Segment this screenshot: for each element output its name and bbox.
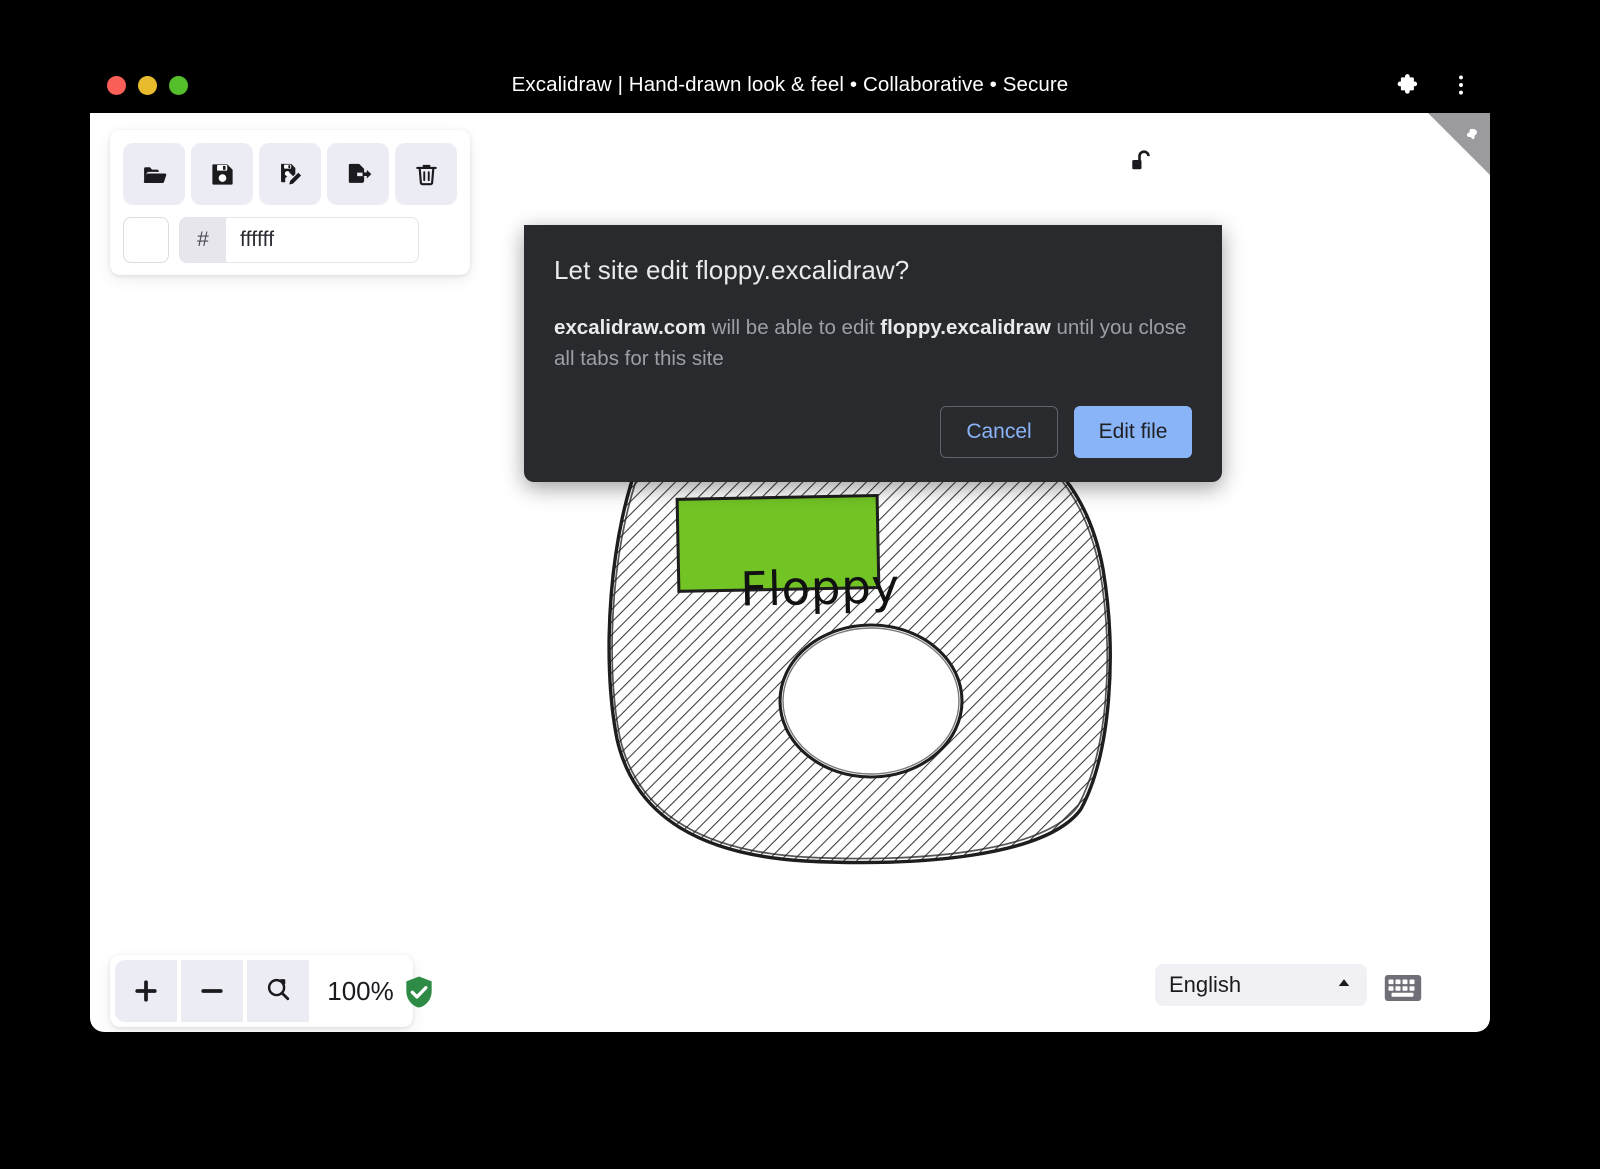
dialog-actions: Cancel Edit file bbox=[554, 406, 1192, 458]
dialog-filename: floppy.excalidraw bbox=[880, 316, 1051, 339]
unlock-icon bbox=[1129, 147, 1159, 182]
browser-titlebar: Excalidraw | Hand-drawn look & feel • Co… bbox=[90, 57, 1490, 113]
cancel-button[interactable]: Cancel bbox=[940, 406, 1058, 458]
dialog-body: excalidraw.com will be able to edit flop… bbox=[554, 312, 1192, 374]
trash-icon bbox=[413, 161, 440, 188]
file-tools-island: # ffffff bbox=[110, 130, 470, 275]
reset-canvas-button[interactable] bbox=[395, 143, 457, 205]
keyboard-icon bbox=[1384, 990, 1422, 1007]
folder-open-icon bbox=[140, 160, 168, 188]
dialog-text-middle: will be able to edit bbox=[706, 316, 880, 339]
zoom-in-button[interactable] bbox=[115, 960, 177, 1022]
lock-tool-button[interactable] bbox=[1120, 140, 1168, 188]
hex-color-input[interactable]: ffffff bbox=[226, 218, 418, 262]
excalidraw-canvas-page: # ffffff bbox=[90, 113, 1490, 1032]
floppy-pencil-icon bbox=[277, 161, 304, 188]
export-button[interactable] bbox=[327, 143, 389, 205]
hex-color-field[interactable]: # ffffff bbox=[179, 217, 419, 263]
language-select-label: English bbox=[1169, 972, 1335, 998]
reset-zoom-button[interactable] bbox=[247, 960, 309, 1022]
browser-window: Excalidraw | Hand-drawn look & feel • Co… bbox=[90, 57, 1490, 1032]
language-select[interactable]: English bbox=[1155, 964, 1367, 1006]
status-badge bbox=[400, 973, 438, 1011]
background-color-row: # ffffff bbox=[123, 217, 419, 263]
floppy-disk-icon bbox=[209, 161, 236, 188]
browser-action-bar bbox=[1396, 57, 1474, 113]
save-file-button[interactable] bbox=[191, 143, 253, 205]
edit-file-button[interactable]: Edit file bbox=[1074, 406, 1192, 458]
chevron-up-icon bbox=[1335, 974, 1353, 997]
keyboard-shortcuts-button[interactable] bbox=[1384, 973, 1422, 1003]
zoom-out-button[interactable] bbox=[181, 960, 243, 1022]
extension-corner-ribbon bbox=[1428, 113, 1490, 175]
save-as-button[interactable] bbox=[259, 143, 321, 205]
screenshot-root: Excalidraw | Hand-drawn look & feel • Co… bbox=[0, 0, 1600, 1169]
extensions-icon[interactable] bbox=[1396, 72, 1422, 98]
magnifier-reset-icon bbox=[264, 975, 292, 1008]
file-tools-row bbox=[123, 143, 457, 205]
browser-menu-icon[interactable] bbox=[1448, 72, 1474, 98]
zoom-level-label[interactable]: 100% bbox=[313, 960, 408, 1022]
dialog-origin: excalidraw.com bbox=[554, 316, 706, 339]
color-swatch-button[interactable] bbox=[123, 217, 169, 263]
dialog-title: Let site edit floppy.excalidraw? bbox=[554, 255, 1192, 286]
open-file-button[interactable] bbox=[123, 143, 185, 205]
hash-prefix: # bbox=[180, 218, 226, 262]
window-title: Excalidraw | Hand-drawn look & feel • Co… bbox=[90, 57, 1490, 113]
file-permission-dialog: Let site edit floppy.excalidraw? excalid… bbox=[524, 225, 1222, 482]
file-export-icon bbox=[345, 161, 372, 188]
zoom-controls-island: 100% bbox=[110, 955, 413, 1027]
